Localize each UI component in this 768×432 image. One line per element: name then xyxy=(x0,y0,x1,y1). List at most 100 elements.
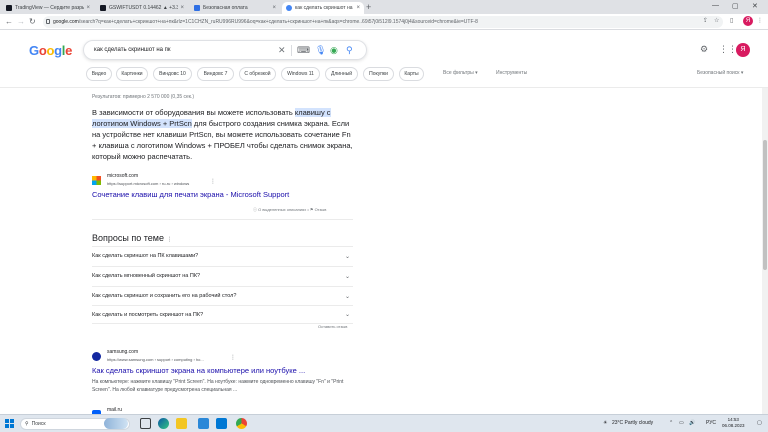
close-tab-icon[interactable]: × xyxy=(86,5,90,11)
taskbar-search-label: Поиск xyxy=(31,421,46,427)
keyboard-icon[interactable]: ⌨ xyxy=(297,45,310,56)
chip-shopping[interactable]: Покупки xyxy=(363,67,394,81)
chip-windows11[interactable]: Windows 11 xyxy=(281,67,320,81)
logo-letter: G xyxy=(29,43,39,58)
paa-question[interactable]: Как сделать скриншот на ПК клавишами? ⌄ xyxy=(92,246,353,265)
chip-maps[interactable]: Карты xyxy=(399,67,424,81)
windows-start-icon[interactable] xyxy=(5,419,15,429)
chip-windows7[interactable]: Виндовс 7 xyxy=(197,67,234,81)
all-filters-label: Все фильтры xyxy=(443,70,474,76)
maximize-icon[interactable]: ▢ xyxy=(732,2,739,10)
side-panel-icon[interactable]: ▯ xyxy=(730,17,733,24)
tray-overflow-icon[interactable]: ⌃ xyxy=(669,420,673,426)
browser-profile-avatar[interactable]: Я xyxy=(743,16,753,26)
scrollbar-thumb[interactable] xyxy=(763,140,767,270)
reload-icon[interactable]: ↻ xyxy=(29,17,36,27)
paa-question-text: Как сделать мгновенный скриншот на ПК? xyxy=(92,273,201,279)
header-divider xyxy=(0,87,768,88)
result-site: samsung.com xyxy=(107,349,139,355)
leave-feedback-link[interactable]: Оставить отзыв xyxy=(318,324,347,329)
result-url: https://support.microsoft.com › ru-ru › … xyxy=(107,181,190,186)
feedback-row: ⓘ О выделенных описаниях • ⚑ Отзыв xyxy=(253,207,326,213)
share-icon[interactable]: ⇪ xyxy=(703,17,708,24)
tab-label: как сделать скриншот на пк — ... xyxy=(295,5,354,11)
address-bar[interactable]: google.com /search?q=как+сделать+скриншо… xyxy=(43,16,723,28)
clear-icon[interactable]: ✕ xyxy=(278,45,286,56)
paa-question-text: Как сделать скриншот на ПК клавишами? xyxy=(92,253,199,259)
menu-icon[interactable]: ⋮ xyxy=(757,17,763,24)
lock-icon xyxy=(46,19,50,24)
lens-icon[interactable]: ◉ xyxy=(330,45,338,56)
google-icon xyxy=(286,5,292,11)
volume-icon[interactable]: 🔊 xyxy=(689,420,695,426)
logo-letter: o xyxy=(46,43,55,58)
task-view-icon[interactable] xyxy=(140,418,151,429)
tab-label: GSWIFTUSDT 0.14462 ▲ +3.33% ... xyxy=(109,5,179,11)
result-url: https://www.samsung.com › support › comp… xyxy=(107,357,204,362)
chip-video[interactable]: Видео xyxy=(86,67,112,81)
close-tab-icon[interactable]: × xyxy=(356,5,360,11)
chip-images[interactable]: Картинки xyxy=(116,67,148,81)
chrome-icon[interactable] xyxy=(236,418,247,429)
review-link[interactable]: Отзыв xyxy=(315,207,327,212)
weather-widget[interactable]: 23°C Partly cloudy xyxy=(612,420,653,426)
new-tab-button[interactable]: + xyxy=(366,2,371,12)
close-tab-icon[interactable]: × xyxy=(180,5,184,11)
clock-date: 06.08.2023 xyxy=(722,423,745,428)
file-explorer-icon[interactable] xyxy=(176,418,187,429)
more-options-icon[interactable]: ⋮ xyxy=(210,178,216,185)
safe-search-button[interactable]: Безопасный поиск ▾ xyxy=(697,70,743,76)
scrollbar[interactable] xyxy=(762,88,768,414)
more-options-icon[interactable]: ⋮ xyxy=(166,237,172,243)
minimize-icon[interactable]: — xyxy=(712,2,719,9)
tab-label: Безопасная оплата xyxy=(203,5,248,11)
paa-question[interactable]: Как сделать и посмотреть скриншот на ПК?… xyxy=(92,305,353,324)
chip-windows10[interactable]: Виндовс 10 xyxy=(153,67,192,81)
weather-icon: ☀ xyxy=(603,420,608,426)
search-input[interactable] xyxy=(94,44,274,56)
safe-search-label: Безопасный поиск xyxy=(697,70,740,76)
chevron-down-icon: ⌄ xyxy=(344,253,350,260)
chip-crop[interactable]: С обрезкой xyxy=(239,67,276,81)
microsoft-favicon xyxy=(92,176,101,185)
search-icon[interactable]: ⚲ xyxy=(346,45,353,56)
network-icon[interactable]: ▭ xyxy=(679,420,684,426)
result-link[interactable]: Как сделать скриншот экрана на компьютер… xyxy=(92,366,305,375)
tab-label: TradingView — Сердите разрыв... xyxy=(15,5,85,11)
mail-icon[interactable] xyxy=(216,418,227,429)
paa-question[interactable]: Как сделать мгновенный скриншот на ПК? ⌄ xyxy=(92,266,353,285)
tradingview-icon xyxy=(6,5,12,11)
all-filters-button[interactable]: Все фильтры ▾ xyxy=(443,70,478,76)
paa-question[interactable]: Как сделать скриншот и сохранить его на … xyxy=(92,286,353,305)
account-avatar[interactable]: Я xyxy=(736,43,750,57)
browser-tab-gswift[interactable]: GSWIFTUSDT 0.14462 ▲ +3.33% ... × xyxy=(96,2,188,14)
language-indicator[interactable]: РУС xyxy=(706,420,716,426)
notifications-icon[interactable]: ▢ xyxy=(757,420,762,426)
result-description: На компьютере: нажмите клавишу "Print Sc… xyxy=(92,379,344,393)
url-path: /search?q=как+сделать+скриншот+на+пк&rlz… xyxy=(78,19,478,25)
clock[interactable]: 14:53 06.08.2023 xyxy=(722,417,745,429)
microphone-icon[interactable]: 🎙 xyxy=(315,45,326,56)
gear-icon[interactable]: ⚙ xyxy=(700,44,708,55)
browser-tab-google[interactable]: как сделать скриншот на пк — ... × xyxy=(282,2,364,14)
browser-tab-payment[interactable]: Безопасная оплата × xyxy=(190,2,280,14)
close-tab-icon[interactable]: × xyxy=(272,5,276,11)
store-icon[interactable] xyxy=(198,418,209,429)
forward-icon[interactable]: → xyxy=(17,17,25,27)
bookmark-star-icon[interactable]: ☆ xyxy=(714,17,719,24)
google-logo[interactable]: Google xyxy=(29,43,72,58)
more-options-icon[interactable]: ⋮ xyxy=(230,354,236,361)
close-window-icon[interactable]: ✕ xyxy=(752,2,758,10)
paa-title: Вопросы по теме ⋮ xyxy=(92,233,172,243)
browser-tab-tradingview[interactable]: TradingView — Сердите разрыв... × xyxy=(2,2,94,14)
featured-result-link[interactable]: Сочетание клавиш для печати экрана - Mic… xyxy=(92,190,289,199)
url-domain: google.com xyxy=(53,19,79,25)
chip-long[interactable]: Длинный xyxy=(325,67,358,81)
windows-taskbar: ⚲ Поиск ☀ 23°C Partly cloudy ⌃ ▭ 🔊 РУС 1… xyxy=(0,414,768,432)
chevron-down-icon: ⌄ xyxy=(344,293,350,300)
edge-icon[interactable] xyxy=(158,418,169,429)
payment-icon xyxy=(194,5,200,11)
back-icon[interactable]: ← xyxy=(5,17,13,27)
tools-button[interactable]: Инструменты xyxy=(496,70,527,76)
about-snippets-link[interactable]: О выделенных описаниях xyxy=(258,207,306,212)
